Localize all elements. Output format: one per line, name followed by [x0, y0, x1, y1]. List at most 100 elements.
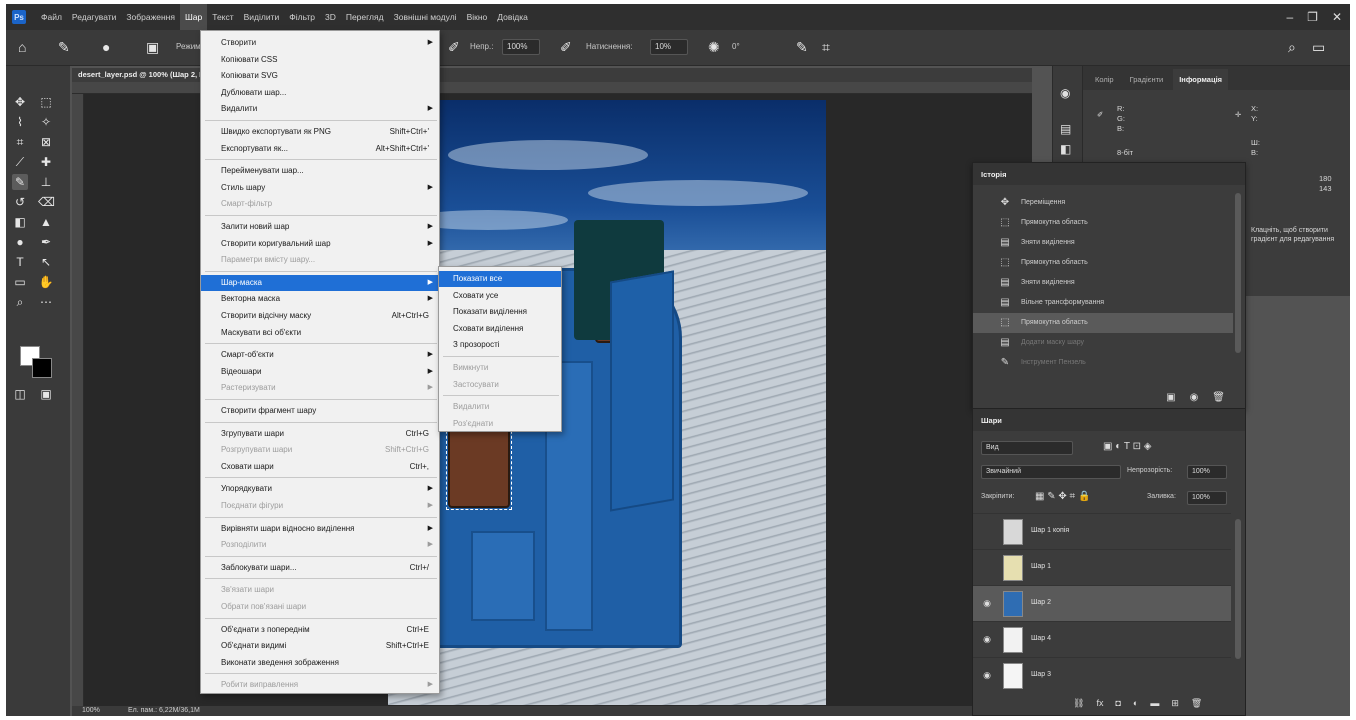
menu-option[interactable]: Згрупувати шари Ctrl+G: [201, 426, 439, 442]
menu-option[interactable]: Створити коригувальний шар ▶: [201, 236, 439, 252]
menu-item[interactable]: Довідка: [492, 4, 533, 30]
menu-option[interactable]: Стиль шару ▶: [201, 180, 439, 196]
delete-layer-icon[interactable]: 🗑: [1191, 698, 1202, 709]
history-item[interactable]: ▤ Зняти виділення: [973, 233, 1233, 253]
camera-icon[interactable]: ◉: [1190, 392, 1199, 403]
menu-item[interactable]: Виділити: [239, 4, 285, 30]
menu-option[interactable]: Маскувати всі об'єкти: [201, 325, 439, 341]
screen-mode-icon[interactable]: ▣: [38, 386, 54, 402]
home-icon[interactable]: ⌂: [18, 39, 26, 55]
opacity-field[interactable]: 100%: [502, 39, 540, 55]
color-panel-icon[interactable]: ◉: [1060, 86, 1070, 100]
menu-option[interactable]: Створити відсічну маску Alt+Ctrl+G: [201, 308, 439, 324]
more-tools-icon[interactable]: ⋯: [38, 294, 54, 310]
add-mask-icon[interactable]: ◘: [1115, 698, 1120, 709]
brush-tool-icon[interactable]: ✎: [58, 39, 70, 56]
layer-row[interactable]: Шар 1: [973, 549, 1231, 585]
menu-option[interactable]: Заблокувати шари... Ctrl+/: [201, 560, 439, 576]
menu-item[interactable]: Файл: [36, 4, 67, 30]
visibility-eye-icon[interactable]: [981, 526, 993, 538]
panel-tab[interactable]: Градієнти: [1124, 69, 1170, 90]
zoom-level[interactable]: 100%: [82, 707, 100, 714]
menu-item[interactable]: Редагувати: [67, 4, 121, 30]
menu-option[interactable]: Смарт-об'єкти ▶: [201, 347, 439, 363]
menu-option[interactable]: Дублювати шар...: [201, 85, 439, 101]
menu-option[interactable]: Створити ▶: [201, 35, 439, 51]
visibility-eye-icon[interactable]: ◉: [981, 598, 993, 610]
menu-option[interactable]: Показати все: [439, 271, 561, 287]
brush-settings-icon[interactable]: ▣: [146, 39, 159, 56]
menu-option[interactable]: Залити новий шар ▶: [201, 219, 439, 235]
pen-tool-icon[interactable]: ✒: [38, 234, 54, 250]
layer-row[interactable]: ◉ Шар 2: [973, 585, 1231, 621]
layers-panel-icon[interactable]: ◧: [1060, 142, 1071, 156]
type-tool-icon[interactable]: T: [12, 254, 28, 270]
menu-item[interactable]: Фільтр: [284, 4, 320, 30]
quick-mask-icon[interactable]: ◫: [12, 386, 28, 402]
layer-row[interactable]: ◉ Шар 4: [973, 621, 1231, 657]
history-item[interactable]: ⬚ Прямокутна область: [973, 253, 1233, 273]
layer-opacity-field[interactable]: 100%: [1187, 465, 1227, 479]
airbrush-icon[interactable]: ✺: [708, 39, 720, 56]
frame-tool-icon[interactable]: ⊠: [38, 134, 54, 150]
menu-item[interactable]: Зовнішні модулі: [389, 4, 462, 30]
restore-icon[interactable]: ❐: [1307, 4, 1318, 30]
layer-row[interactable]: ◉ Шар 3: [973, 657, 1231, 693]
brush-preset-icon[interactable]: ●: [102, 39, 110, 55]
eraser-icon[interactable]: ⌫: [38, 194, 55, 210]
workspace-icon[interactable]: ▭: [1312, 39, 1325, 56]
layers-scrollbar[interactable]: [1235, 519, 1241, 659]
brush-tool-selected-icon[interactable]: ✎: [12, 174, 28, 190]
menu-option[interactable]: Показати виділення: [439, 304, 561, 320]
visibility-eye-icon[interactable]: ◉: [981, 634, 993, 646]
link-layers-icon[interactable]: ⛓: [1073, 698, 1084, 709]
blend-mode-select[interactable]: Звичайний: [981, 465, 1121, 479]
history-panel-icon[interactable]: ▤: [1060, 122, 1071, 136]
blur-tool-icon[interactable]: ▲: [38, 214, 54, 230]
angle-value[interactable]: 0°: [732, 42, 740, 51]
rectangle-tool-icon[interactable]: ▭: [12, 274, 28, 290]
group-icon[interactable]: ▬: [1150, 698, 1159, 709]
history-item[interactable]: ▤ Вільне трансформування: [973, 293, 1233, 313]
eyedropper-icon[interactable]: ⟋: [12, 154, 28, 170]
history-item[interactable]: ⬚ Прямокутна область: [973, 213, 1233, 233]
fx-icon[interactable]: fx: [1096, 698, 1103, 709]
menu-option[interactable]: Швидко експортувати як PNG Shift+Ctrl+': [201, 124, 439, 140]
visibility-eye-icon[interactable]: ◉: [981, 670, 993, 682]
menu-item[interactable]: Вікно: [462, 4, 493, 30]
magic-wand-icon[interactable]: ✧: [38, 114, 54, 130]
history-scrollbar[interactable]: [1235, 193, 1241, 353]
menu-option[interactable]: Об'єднати видимі Shift+Ctrl+E: [201, 638, 439, 654]
menu-option[interactable]: З прозорості: [439, 337, 561, 353]
fill-field[interactable]: 100%: [1187, 491, 1227, 505]
menu-option[interactable]: Відеошари ▶: [201, 364, 439, 380]
dodge-tool-icon[interactable]: ●: [12, 234, 28, 250]
history-item[interactable]: ⬚ Прямокутна область: [973, 313, 1233, 333]
menu-option[interactable]: Виконати зведення зображення: [201, 655, 439, 671]
flow-field[interactable]: 10%: [650, 39, 688, 55]
menu-option[interactable]: Векторна маска ▶: [201, 291, 439, 307]
history-brush-icon[interactable]: ↺: [12, 194, 28, 210]
history-item[interactable]: ✥ Переміщення: [973, 193, 1233, 213]
panel-tab[interactable]: Колір: [1089, 69, 1120, 90]
path-select-icon[interactable]: ↖: [38, 254, 54, 270]
healing-brush-icon[interactable]: ✚: [38, 154, 54, 170]
gradient-tool-icon[interactable]: ◧: [12, 214, 28, 230]
lasso-tool-icon[interactable]: ⌇: [12, 114, 28, 130]
lock-icons[interactable]: ▦ ✎ ✥ ⌗ 🔒: [1035, 491, 1090, 507]
menu-option[interactable]: Сховати виділення: [439, 321, 561, 337]
layer-filter[interactable]: Вид: [981, 441, 1073, 455]
background-color-swatch[interactable]: [32, 358, 52, 378]
pressure-flow-icon[interactable]: ✐: [560, 39, 572, 56]
menu-item[interactable]: Текст: [207, 4, 238, 30]
menu-option[interactable]: Перейменувати шар...: [201, 163, 439, 179]
pressure-size-icon[interactable]: ✎: [796, 39, 808, 56]
menu-option[interactable]: Сховати усе: [439, 288, 561, 304]
menu-option[interactable]: Експортувати як... Alt+Shift+Ctrl+': [201, 141, 439, 157]
trash-icon[interactable]: 🗑: [1212, 392, 1225, 403]
history-item[interactable]: ✎ Інструмент Пензель: [973, 353, 1233, 373]
menu-option[interactable]: Копіювати SVG: [201, 68, 439, 84]
close-icon[interactable]: ✕: [1332, 4, 1342, 30]
hand-tool-icon[interactable]: ✋: [38, 274, 54, 290]
pressure-opacity-icon[interactable]: ✐: [448, 39, 460, 56]
